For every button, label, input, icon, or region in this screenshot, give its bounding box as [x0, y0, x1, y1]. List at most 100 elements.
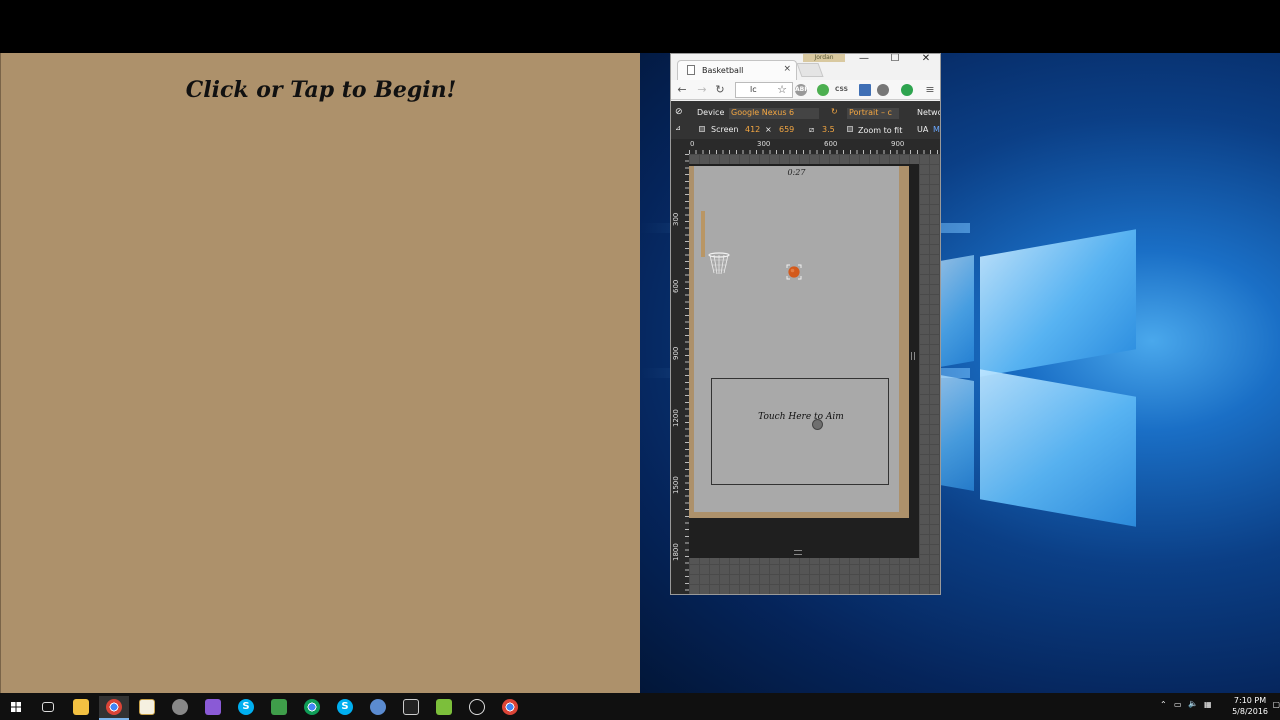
ruler-label: 1800 — [672, 543, 680, 561]
tab-title: Basketball — [702, 66, 744, 75]
menu-icon[interactable]: ≡ — [923, 83, 937, 97]
device-label: Device — [697, 108, 725, 117]
profile-badge[interactable]: Jordan — [803, 54, 845, 62]
device-toolbar: ⊘ Device Google Nexus 6 ↻ Portrait – c N… — [671, 101, 940, 139]
windows-logo-pane — [980, 229, 1136, 377]
forward-button[interactable]: → — [695, 83, 709, 97]
media-icon[interactable] — [462, 696, 492, 720]
globe-icon[interactable] — [363, 696, 393, 720]
device-select[interactable]: Google Nexus 6 — [729, 108, 819, 119]
evernote-icon[interactable] — [817, 84, 829, 96]
ruler-label: 1500 — [672, 476, 680, 494]
ruler-label: 900 — [672, 346, 680, 360]
emulation-viewport: 0:27 Touch Here to Aim — [689, 154, 940, 594]
ruler-label: 1200 — [672, 409, 680, 427]
adblock-icon[interactable]: ABP — [795, 84, 809, 96]
vertical-ruler: 300 600 900 1200 1500 1800 — [671, 154, 689, 594]
task-view-icon[interactable] — [33, 696, 63, 720]
windows-logo-pane — [940, 375, 974, 491]
network-tab[interactable]: Netwo — [917, 108, 940, 117]
back-button[interactable]: ← — [675, 83, 689, 97]
rotate-icon[interactable]: ↻ — [831, 107, 838, 116]
new-tab-button[interactable] — [796, 63, 824, 77]
zoom-label: Zoom to fit — [858, 126, 903, 135]
screen-checkbox[interactable] — [699, 126, 705, 132]
resize-handle-bottom[interactable] — [794, 550, 802, 555]
timer-extension-icon[interactable] — [877, 84, 889, 96]
windows-logo-pane — [940, 255, 974, 367]
screen-label: Screen — [711, 125, 739, 134]
chrome-icon[interactable] — [99, 696, 129, 720]
ruler-label: 300 — [672, 212, 680, 226]
minimize-button[interactable]: — — [849, 54, 879, 66]
browser-titlebar: Jordan — ☐ ✕ Basketball × — [671, 54, 940, 80]
volume-icon[interactable]: 🔈 — [1188, 699, 1198, 708]
file-explorer-icon[interactable] — [66, 696, 96, 720]
tool-icon[interactable] — [264, 696, 294, 720]
ruler-corner — [671, 139, 689, 154]
aim-cursor — [812, 419, 823, 430]
ruler-label: 0 — [690, 140, 695, 148]
pushbullet-icon[interactable] — [901, 84, 913, 96]
ua-value: M — [933, 125, 940, 134]
star-icon[interactable]: ☆ — [775, 83, 789, 97]
device-frame: 0:27 Touch Here to Aim — [689, 164, 919, 558]
aim-label: Touch Here to Aim — [758, 412, 844, 422]
keyboard-icon[interactable]: ▦ — [1204, 700, 1212, 709]
ruler-label: 600 — [824, 140, 838, 148]
address-text: lc — [750, 85, 757, 94]
chrome-icon[interactable] — [297, 696, 327, 720]
page-icon — [687, 65, 695, 75]
chevron-up-icon[interactable]: ⌃ — [1160, 700, 1167, 709]
notepad-icon[interactable] — [429, 696, 459, 720]
no-emulation-icon[interactable]: ⊘ — [675, 107, 683, 117]
dimension-separator: × — [765, 125, 772, 134]
browser-window: Jordan — ☐ ✕ Basketball × ← → ↻ lc ☆ ABP… — [670, 53, 941, 595]
tab-close-button[interactable]: × — [783, 64, 791, 74]
window-icon[interactable] — [396, 696, 426, 720]
game-timer: 0:27 — [787, 168, 806, 177]
skype-icon[interactable]: S — [231, 696, 261, 720]
windows-logo-pane — [980, 369, 1136, 527]
start-icon[interactable] — [0, 693, 32, 720]
backboard — [701, 211, 705, 257]
skype-icon[interactable]: S — [330, 696, 360, 720]
system-tray: ⌃ ▭ 🔈 ▦ 7:10 PM 5/8/2016 ▢ — [1160, 693, 1280, 720]
aim-touch-area[interactable]: Touch Here to Aim — [711, 378, 889, 485]
browser-tab[interactable]: Basketball × — [677, 60, 797, 80]
screen-width-input[interactable]: 412 — [745, 125, 760, 134]
ruler-toggle-icon[interactable]: ⊿ — [675, 124, 681, 132]
ruler-label: 600 — [672, 279, 680, 293]
app-icon[interactable] — [198, 696, 228, 720]
ruler-label: 900 — [891, 140, 905, 148]
dpr-input[interactable]: 3.5 — [822, 125, 835, 134]
zoom-checkbox[interactable] — [847, 126, 853, 132]
taskbar: S S ⌃ ▭ 🔈 ▦ 7:10 PM 5/8/2016 ▢ — [0, 693, 1280, 720]
game-icon[interactable] — [165, 696, 195, 720]
dpr-icon: ⧄ — [809, 125, 815, 134]
browser-toolbar: ← → ↻ lc ☆ ABP CSS ≡ — [671, 80, 940, 100]
screen-height-input[interactable]: 659 — [779, 125, 794, 134]
horizontal-ruler: 0 300 600 900 — [689, 139, 940, 154]
css-icon[interactable]: CSS — [835, 84, 848, 96]
clock-time: 7:10 PM — [1233, 696, 1267, 705]
game-canvas[interactable]: 0:27 Touch Here to Aim — [689, 166, 909, 518]
ua-label: UA — [917, 125, 929, 134]
reload-button[interactable]: ↻ — [713, 83, 727, 97]
network-icon[interactable]: ▭ — [1174, 700, 1182, 709]
document-icon[interactable] — [132, 696, 162, 720]
basketball-icon[interactable] — [786, 264, 802, 280]
notification-icon[interactable]: ▢ — [1272, 700, 1280, 709]
basketball-hoop-icon — [708, 252, 730, 275]
orientation-select[interactable]: Portrait – c — [847, 108, 899, 119]
extension-icon[interactable] — [859, 84, 871, 96]
resize-handle-right[interactable] — [911, 352, 915, 360]
clock-date: 5/8/2016 — [1232, 707, 1268, 716]
chrome-icon[interactable] — [495, 696, 525, 720]
begin-prompt: Click or Tap to Begin! — [185, 77, 457, 103]
maximize-button[interactable]: ☐ — [880, 54, 910, 66]
game-start-panel[interactable]: Click or Tap to Begin! — [0, 53, 640, 693]
clock[interactable]: 7:10 PM 5/8/2016 — [1232, 695, 1268, 717]
desktop-screen: Click or Tap to Begin! Jordan — ☐ ✕ Bask… — [0, 0, 1280, 720]
close-window-button[interactable]: ✕ — [911, 54, 940, 66]
